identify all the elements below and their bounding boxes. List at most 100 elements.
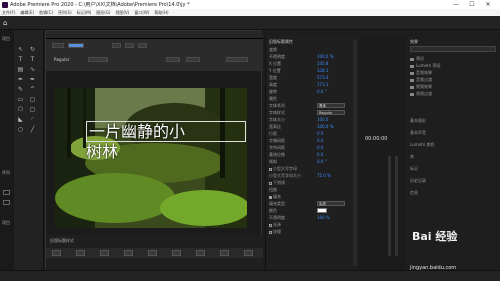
delete-anchor-icon[interactable]: ✎ (17, 86, 24, 93)
wedge-tool-icon[interactable]: ◣ (17, 116, 24, 123)
panel-tab-essential-sound[interactable]: 基本声音 (410, 130, 426, 136)
menu-clip[interactable]: 剪辑(C) (39, 10, 53, 16)
font-style-value[interactable]: Regular (54, 57, 69, 62)
timeline-timecode[interactable]: 00:00:00 (365, 136, 387, 142)
menu-graphics[interactable]: 图形(G) (96, 10, 110, 16)
prop-row[interactable]: 填充 (269, 194, 359, 200)
prop-row[interactable]: 倾斜 0.0 ° (269, 159, 359, 165)
rectangle-tool-icon[interactable]: ▭ (17, 96, 24, 103)
menu-window[interactable]: 窗口(W) (134, 10, 149, 16)
style-swatch[interactable] (124, 250, 133, 256)
leading-field[interactable] (186, 57, 200, 62)
font-family-field[interactable] (68, 43, 84, 48)
prop-row[interactable]: 颜色 (269, 208, 359, 214)
menu-markers[interactable]: 标记(M) (77, 10, 92, 16)
pen-tool-icon[interactable]: ✒ (17, 76, 24, 83)
title-text-line-2[interactable]: 树林 (86, 142, 246, 161)
panel-tab-markers[interactable]: 标记 (410, 166, 418, 172)
style-swatch[interactable] (52, 250, 61, 256)
style-swatch[interactable] (76, 250, 85, 256)
close-button[interactable]: ✕ (482, 0, 494, 9)
prop-row[interactable]: 不透明度 100.0 % (269, 54, 359, 60)
prop-row[interactable]: 字体系列 黑体 (269, 103, 359, 109)
panel-tab-lumetri-color[interactable]: Lumetri 颜色 (410, 142, 435, 148)
effects-tree-item[interactable]: Lumetri 预设 (410, 63, 441, 69)
ellipse-tool-icon[interactable]: ○ (17, 126, 24, 133)
prop-row[interactable]: 光泽 (269, 222, 359, 228)
panel-tab-libraries[interactable]: 库 (410, 154, 414, 160)
prop-row[interactable]: 行距 0.0 (269, 131, 359, 137)
line-tool-icon[interactable]: ╱ (29, 126, 36, 133)
prop-row[interactable]: 字偶间距 0.0 (269, 138, 359, 144)
add-anchor-icon[interactable]: ✒ (29, 76, 36, 83)
font-size-field[interactable] (88, 57, 108, 62)
path-type-tool-icon[interactable]: ∿ (29, 66, 36, 73)
effects-tree-item[interactable]: 预设 (410, 56, 424, 62)
style-swatch[interactable] (148, 250, 157, 256)
background-timecode-field[interactable] (226, 57, 248, 62)
title-text-line-1[interactable]: 一片幽静的小 (86, 121, 246, 142)
kerning-field[interactable] (166, 57, 180, 62)
bold-button[interactable] (112, 43, 121, 48)
rotate-tool-icon[interactable]: ↻ (29, 46, 36, 53)
panel-tab-info[interactable]: 信息 (410, 190, 418, 196)
audio-meter (388, 156, 391, 256)
fill-color-swatch[interactable] (317, 208, 327, 213)
prop-row[interactable]: 宽高比 100.0 % (269, 124, 359, 130)
maximize-button[interactable]: ☐ (466, 0, 478, 9)
style-swatch[interactable] (220, 250, 229, 256)
properties-scrollbar[interactable] (353, 40, 357, 266)
rounded-corner-icon[interactable]: ▢ (29, 106, 36, 113)
clipped-rect-icon[interactable]: ⬠ (17, 106, 24, 113)
effects-tree-item[interactable]: 音频过渡 (410, 77, 432, 83)
effects-search-input[interactable] (410, 46, 496, 52)
prop-row[interactable]: 字体样式 Regular (269, 110, 359, 116)
italic-button[interactable] (125, 43, 134, 48)
panel-tab-essential-graphics[interactable]: 基本图形 (410, 118, 426, 124)
selection-tool-icon[interactable]: ↖ (17, 46, 24, 53)
effects-tree-item[interactable]: 视频效果 (410, 84, 432, 90)
menu-file[interactable]: 文件(F) (2, 10, 15, 16)
prop-row[interactable]: 填充类型 实底 (269, 201, 359, 207)
prop-row[interactable]: 下划线 (269, 180, 359, 186)
style-swatch[interactable] (172, 250, 181, 256)
prop-row[interactable]: 扭曲 (269, 187, 359, 193)
title-tools-panel: ↖ ↻ T T ▤ ∿ ✒ ✒ ✎ ^ ▭ ▢ ⬠ ▢ ◣ ◜ ○ ╱ (14, 30, 44, 270)
bin-icon[interactable] (3, 200, 10, 205)
prop-row[interactable]: Y 位置 338.1 (269, 68, 359, 74)
arc-tool-icon[interactable]: ◜ (29, 116, 36, 123)
style-swatch[interactable] (196, 250, 205, 256)
rounded-rect-tool-icon[interactable]: ▢ (29, 96, 36, 103)
prop-row[interactable]: 旋转 0.0 ° (269, 89, 359, 95)
prop-row[interactable]: 小型大写字母 (269, 166, 359, 172)
effects-tree-item[interactable]: 音频效果 (410, 70, 432, 76)
underline-button[interactable] (138, 43, 147, 48)
prop-row[interactable]: 字符间距 0.0 (269, 145, 359, 151)
menu-help[interactable]: 帮助(H) (154, 10, 168, 16)
style-swatch[interactable] (100, 250, 109, 256)
home-icon[interactable]: ⌂ (3, 19, 7, 27)
prop-row[interactable]: X 位置 245.8 (269, 61, 359, 67)
menu-sequence[interactable]: 序列(S) (58, 10, 72, 16)
prop-row[interactable]: 小型大写字母大小 75.0 % (269, 173, 359, 179)
bin-icon[interactable] (3, 190, 10, 195)
prop-row[interactable]: 高度 173.1 (269, 82, 359, 88)
vertical-type-tool-icon[interactable]: T (29, 56, 36, 63)
prop-row[interactable]: 纹理 (269, 229, 359, 235)
menu-view[interactable]: 视图(V) (115, 10, 129, 16)
prop-row[interactable]: 基线位移 0.0 (269, 152, 359, 158)
effects-tree-item[interactable]: 视频过渡 (410, 91, 432, 97)
type-tool-icon[interactable]: T (17, 56, 24, 63)
convert-anchor-icon[interactable]: ^ (29, 86, 36, 93)
menu-edit[interactable]: 编辑(E) (20, 10, 34, 16)
style-swatch[interactable] (244, 250, 253, 256)
panel-tab-history[interactable]: 历史记录 (410, 178, 426, 184)
new-title-button[interactable] (52, 43, 64, 48)
prop-row[interactable]: 字体大小 100.0 (269, 117, 359, 123)
prop-row[interactable]: 不透明度 100 % (269, 215, 359, 221)
title-text-overlay[interactable]: 一片幽静的小 树林 (86, 121, 246, 161)
folder-icon (410, 64, 414, 68)
prop-row[interactable]: 宽度 573.4 (269, 75, 359, 81)
minimize-button[interactable]: — (450, 0, 462, 9)
area-type-tool-icon[interactable]: ▤ (17, 66, 24, 73)
